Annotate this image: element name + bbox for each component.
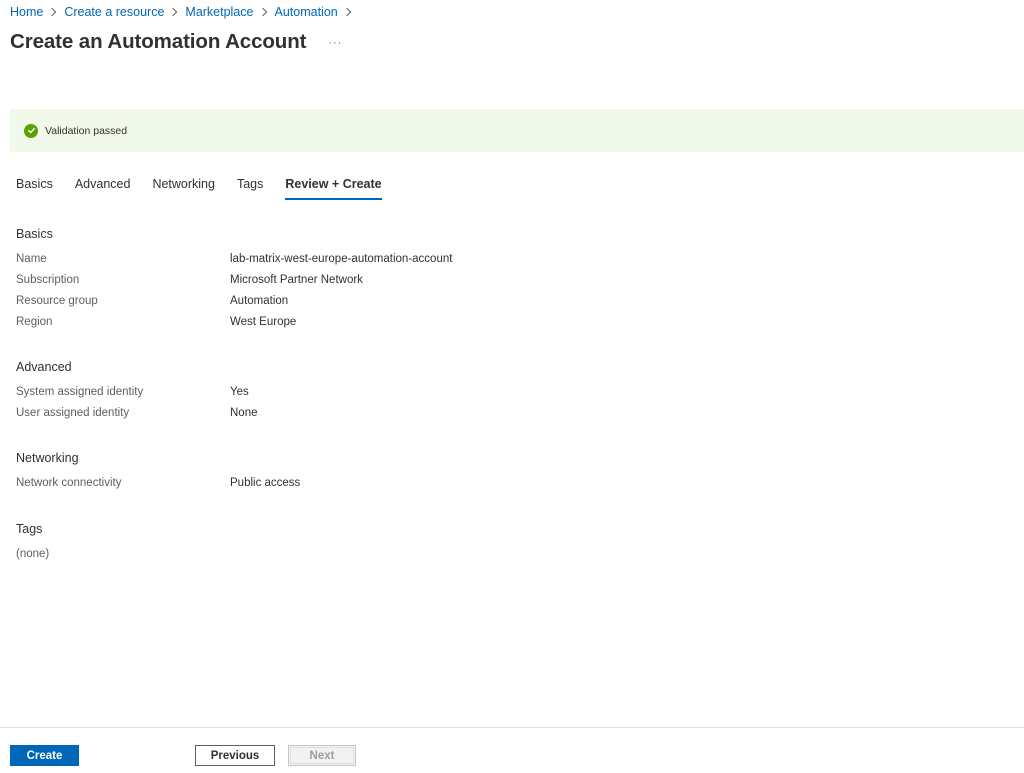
summary-label: Region: [16, 316, 53, 328]
summary-row-resource-group: Resource group Automation: [16, 291, 616, 312]
section-advanced: Advanced System assigned identity Yes Us…: [16, 359, 616, 424]
chevron-right-icon: [258, 7, 267, 17]
chevron-right-icon: [342, 7, 351, 17]
validation-text: Validation passed: [45, 124, 128, 137]
validation-banner: Validation passed: [10, 109, 1024, 152]
summary-label: Name: [16, 253, 47, 265]
summary-label: Subscription: [16, 274, 80, 286]
summary-value: West Europe: [230, 316, 297, 328]
summary-row-region: Region West Europe: [16, 312, 616, 333]
summary-value: Automation: [230, 295, 289, 307]
next-button[interactable]: Next: [288, 745, 356, 766]
tab-tags[interactable]: Tags: [237, 175, 263, 201]
tab-advanced[interactable]: Advanced: [75, 175, 131, 201]
summary-label: Resource group: [16, 295, 98, 307]
section-title-basics: Basics: [16, 227, 53, 241]
summary-row-user-identity: User assigned identity None: [16, 403, 616, 424]
wizard-tabs: Basics Advanced Networking Tags Review +…: [16, 175, 404, 201]
chevron-right-icon: [48, 7, 57, 17]
summary-label: User assigned identity: [16, 407, 130, 419]
summary-label: Network connectivity: [16, 477, 122, 489]
section-title-networking: Networking: [16, 451, 79, 465]
section-basics: Basics Name lab-matrix-west-europe-autom…: [16, 226, 616, 333]
create-button[interactable]: Create: [10, 745, 79, 766]
previous-button[interactable]: Previous: [195, 745, 275, 766]
summary-row-subscription: Subscription Microsoft Partner Network: [16, 270, 616, 291]
breadcrumb-home[interactable]: Home: [10, 5, 43, 19]
summary-label: System assigned identity: [16, 386, 144, 398]
title-row: Create an Automation Account ···: [10, 28, 344, 56]
summary-value: Public access: [230, 477, 301, 489]
breadcrumb-marketplace[interactable]: Marketplace: [185, 5, 253, 19]
section-networking: Networking Network connectivity Public a…: [16, 450, 616, 494]
summary-row-network-connectivity: Network connectivity Public access: [16, 473, 616, 494]
tab-networking[interactable]: Networking: [152, 175, 215, 201]
check-circle-icon: [24, 123, 38, 138]
page: Home Create a resource Marketplace Autom…: [0, 0, 1024, 773]
summary-value: lab-matrix-west-europe-automation-accoun…: [230, 253, 453, 265]
section-tags: Tags (none): [16, 521, 616, 565]
more-options-button[interactable]: ···: [326, 37, 344, 49]
tab-review-create[interactable]: Review + Create: [285, 175, 382, 201]
summary-row-system-identity: System assigned identity Yes: [16, 382, 616, 403]
summary-row-name: Name lab-matrix-west-europe-automation-a…: [16, 249, 616, 270]
breadcrumb-automation[interactable]: Automation: [275, 5, 338, 19]
chevron-right-icon: [169, 7, 178, 17]
summary-value: Yes: [230, 386, 249, 398]
tab-basics[interactable]: Basics: [16, 175, 53, 201]
summary-value: Microsoft Partner Network: [230, 274, 363, 286]
summary-value: None: [230, 407, 258, 419]
breadcrumb: Home Create a resource Marketplace Autom…: [10, 4, 359, 20]
page-title: Create an Automation Account: [10, 30, 307, 53]
tags-none-text: (none): [16, 548, 50, 560]
section-title-advanced: Advanced: [16, 360, 72, 374]
section-title-tags: Tags: [16, 522, 43, 536]
breadcrumb-create-a-resource[interactable]: Create a resource: [64, 5, 164, 19]
footer-divider: [0, 727, 1024, 728]
